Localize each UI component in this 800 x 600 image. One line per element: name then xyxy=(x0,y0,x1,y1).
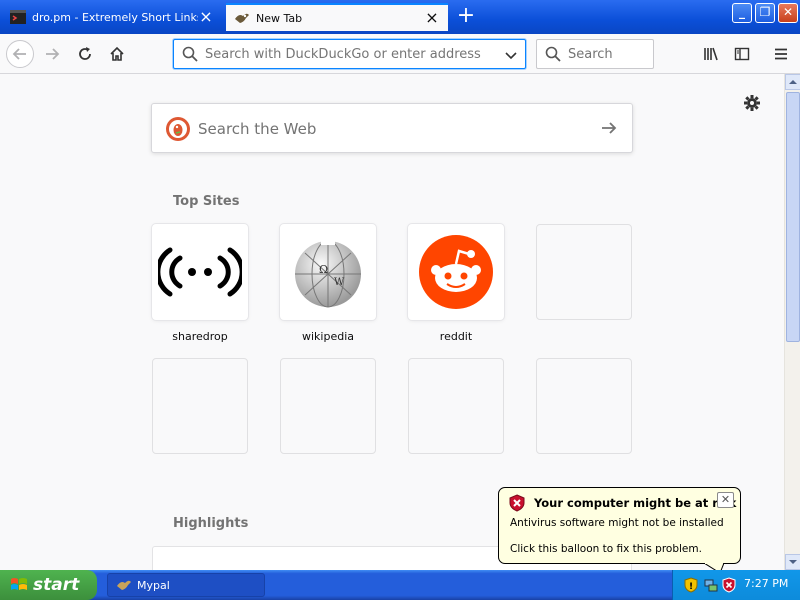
shield-warning-icon xyxy=(509,494,525,512)
library-icon xyxy=(704,47,718,61)
start-button[interactable]: start xyxy=(0,570,97,600)
start-label: start xyxy=(33,575,80,595)
back-button[interactable] xyxy=(6,40,34,68)
top-site-empty xyxy=(280,358,376,454)
security-shield-tray-icon[interactable]: ! xyxy=(683,577,699,593)
top-site-label: reddit xyxy=(439,330,473,343)
vertical-scrollbar[interactable] xyxy=(784,74,800,570)
balloon-action-text: Click this balloon to fix this problem. xyxy=(510,543,702,555)
top-site-empty xyxy=(536,224,632,320)
scroll-down-button[interactable] xyxy=(785,554,800,570)
terminal-favicon-icon xyxy=(10,10,26,24)
minimize-button[interactable]: _ xyxy=(732,3,752,23)
arrow-left-icon xyxy=(12,48,26,60)
tab-new-tab[interactable]: New Tab × xyxy=(226,3,448,31)
security-alert-balloon[interactable]: Your computer might be at risk ✕ Antivir… xyxy=(498,487,741,564)
url-input[interactable] xyxy=(205,47,495,62)
arrow-right-icon xyxy=(46,48,60,60)
top-site-empty xyxy=(536,358,632,454)
top-site-reddit[interactable] xyxy=(408,224,504,320)
taskbar-item-label: Mypal xyxy=(137,578,170,592)
close-tab-icon[interactable]: × xyxy=(198,9,214,25)
reload-button[interactable] xyxy=(71,40,99,68)
search-bar[interactable]: Search xyxy=(536,39,654,69)
reddit-icon xyxy=(419,235,493,309)
tab-label: dro.pm - Extremely Short Links xyxy=(32,10,198,24)
balloon-message: Antivirus software might not be installe… xyxy=(510,517,724,529)
top-site-label: sharedrop xyxy=(172,330,228,343)
highlights-heading: Highlights xyxy=(173,516,249,531)
forward-button[interactable] xyxy=(38,40,66,68)
wikipedia-icon: Ω W xyxy=(295,237,361,308)
navigation-toolbar: Search xyxy=(0,34,800,74)
url-bar[interactable] xyxy=(173,39,526,69)
tab-strip: dro.pm - Extremely Short Links × New Tab… xyxy=(0,0,800,34)
gear-icon[interactable] xyxy=(743,94,761,112)
top-site-empty xyxy=(408,358,504,454)
taskbar: start Mypal ! 7:27 PM xyxy=(0,570,800,600)
mypal-favicon-icon xyxy=(235,13,249,23)
triangle-down-icon xyxy=(789,560,797,564)
library-button[interactable] xyxy=(697,40,725,68)
shield-warning-tray-icon[interactable] xyxy=(721,577,737,593)
new-tab-button[interactable]: + xyxy=(454,5,478,29)
mypal-app-icon xyxy=(117,580,131,590)
top-site-label: wikipedia xyxy=(301,330,354,343)
menu-button[interactable] xyxy=(767,40,795,68)
sharedrop-icon xyxy=(158,247,242,297)
triangle-up-icon xyxy=(789,80,797,84)
tab-dro-pm[interactable]: dro.pm - Extremely Short Links × xyxy=(2,3,222,31)
reload-icon xyxy=(79,47,91,60)
search-icon xyxy=(182,46,198,62)
search-icon xyxy=(545,46,561,62)
close-window-button[interactable]: ✕ xyxy=(778,3,798,23)
sidebar-toggle-button[interactable] xyxy=(728,40,756,68)
web-search-placeholder: Search the Web xyxy=(198,120,317,138)
search-input-placeholder: Search xyxy=(568,47,613,62)
top-site-sharedrop[interactable] xyxy=(152,224,248,320)
arrow-right-icon[interactable] xyxy=(600,119,618,137)
balloon-close-button[interactable]: ✕ xyxy=(717,492,734,508)
svg-text:!: ! xyxy=(689,582,693,592)
taskbar-item-mypal[interactable]: Mypal xyxy=(107,573,265,597)
home-button[interactable] xyxy=(103,40,131,68)
chevron-down-icon[interactable] xyxy=(503,47,519,63)
scrollbar-thumb[interactable] xyxy=(786,92,800,342)
balloon-title: Your computer might be at risk xyxy=(534,496,737,510)
web-search-box[interactable]: Search the Web xyxy=(151,103,633,153)
close-tab-icon[interactable]: × xyxy=(424,10,440,26)
hamburger-menu-icon xyxy=(775,48,787,60)
svg-text:W: W xyxy=(334,277,345,288)
tab-label: New Tab xyxy=(256,11,303,25)
top-site-wikipedia[interactable]: Ω W xyxy=(280,224,376,320)
maximize-button[interactable]: ❐ xyxy=(755,3,775,23)
windows-flag-icon xyxy=(11,578,27,590)
top-site-empty xyxy=(152,358,248,454)
clock: 7:27 PM xyxy=(744,577,789,590)
top-sites-heading: Top Sites xyxy=(173,194,240,209)
svg-text:Ω: Ω xyxy=(319,263,328,276)
home-icon xyxy=(110,46,124,61)
scroll-up-button[interactable] xyxy=(785,74,800,90)
duckduckgo-logo-icon xyxy=(166,117,190,141)
network-tray-icon[interactable] xyxy=(703,577,719,593)
sidebar-icon xyxy=(734,47,750,61)
